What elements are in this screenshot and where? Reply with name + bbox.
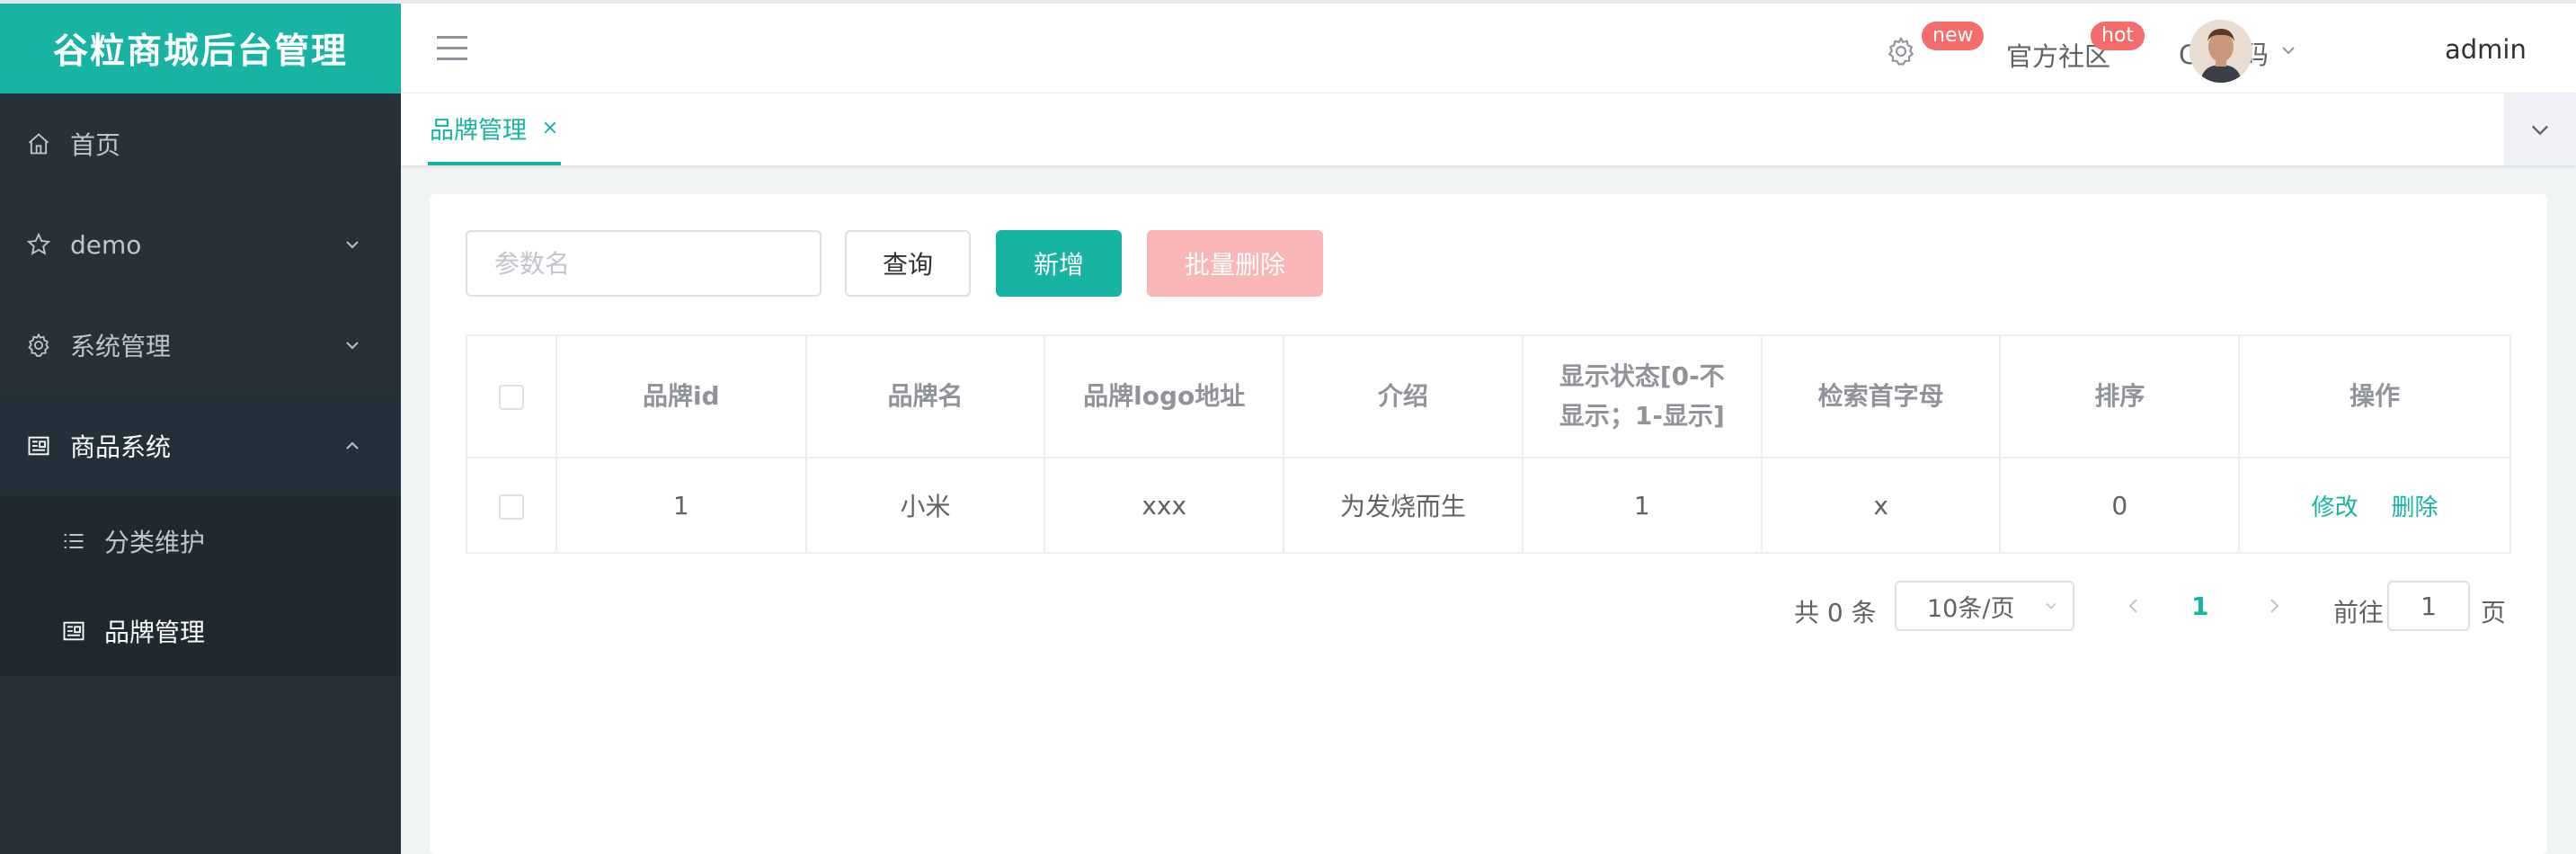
chevron-down-icon (346, 241, 359, 249)
goto-label: 前往 (2333, 598, 2385, 627)
gear-icon (25, 332, 52, 359)
cell-brand-id: 1 (555, 457, 807, 554)
chevron-down-icon (2532, 125, 2548, 136)
row-checkbox[interactable] (498, 494, 524, 520)
row-select-cell (466, 457, 557, 554)
chevron-up-icon (346, 441, 359, 449)
sidebar-item-brand[interactable]: 品牌管理 (0, 586, 401, 676)
chevron-down-icon[interactable] (2278, 40, 2299, 61)
settings-gear-icon[interactable] (1886, 36, 1916, 67)
column-header[interactable]: 显示状态[0-不显示；1-显示] (1521, 334, 1763, 458)
prev-page-icon[interactable] (2123, 595, 2145, 617)
sidebar-item-label: 分类维护 (104, 528, 206, 557)
sidebar-item-label: 首页 (70, 130, 121, 160)
cell-show-status: 1 (1521, 457, 1763, 554)
doc-icon (61, 618, 86, 644)
column-header-label: 显示状态[0-不显示；1-显示] (1559, 361, 1725, 431)
query-button[interactable]: 查询 (845, 230, 971, 297)
cell-first-letter: x (1760, 457, 2002, 554)
sidebar-item-label: 商品系统 (70, 432, 172, 462)
chevron-down-icon (2046, 602, 2056, 609)
delete-link[interactable]: 删除 (2392, 494, 2438, 521)
sidebar-item-demo[interactable]: demo (0, 194, 401, 295)
column-header[interactable]: 介绍 (1283, 334, 1523, 458)
sidebar-item-home[interactable]: 首页 (0, 93, 401, 194)
column-header: 操作 (2238, 334, 2511, 458)
column-header[interactable]: 品牌名 (804, 334, 1046, 458)
column-header[interactable]: 检索首字母 (1760, 334, 2002, 458)
username-label[interactable]: admin (2445, 34, 2527, 65)
tabs-bar: 品牌管理 (401, 93, 2576, 165)
page-number-current[interactable]: 1 (2191, 592, 2208, 621)
next-page-icon[interactable] (2263, 595, 2285, 617)
cell-brand-intro: 为发烧而生 (1283, 457, 1523, 554)
column-header[interactable]: 排序 (1999, 334, 2241, 458)
page-size-value: 10条/页 (1927, 594, 2015, 623)
app-title: 谷粒商城后台管理 (52, 31, 348, 72)
table-row: 1 小米 xxx 为发烧而生 1 x 0 修改 删除 (466, 457, 2511, 554)
submenu-product-system: 分类维护 品牌管理 (0, 496, 401, 676)
star-icon (25, 231, 52, 258)
list-doc-icon (25, 432, 52, 459)
top-header: new 官方社区 hot Git源码 admin (401, 4, 2576, 93)
new-badge: new (1922, 22, 1985, 50)
app-logo[interactable]: 谷粒商城后台管理 (0, 4, 401, 93)
column-header[interactable]: 品牌logo地址 (1044, 334, 1285, 458)
chevron-down-icon (346, 342, 359, 350)
cell-brand-logo: xxx (1044, 457, 1285, 554)
cell-actions: 修改 删除 (2238, 457, 2511, 554)
page-size-select[interactable]: 10条/页 (1895, 581, 2074, 631)
add-button[interactable]: 新增 (996, 230, 1122, 297)
home-icon (25, 130, 52, 157)
avatar[interactable] (2190, 20, 2252, 83)
search-input[interactable] (466, 230, 822, 297)
hot-badge: hot (2091, 22, 2145, 50)
sidebar-item-system[interactable]: 系统管理 (0, 295, 401, 396)
hamburger-menu-icon[interactable] (437, 36, 467, 61)
pagination-total: 共 0 条 (1794, 598, 1877, 627)
cell-brand-name: 小米 (804, 457, 1046, 554)
sidebar-item-label: 系统管理 (70, 332, 172, 361)
sidebar-item-product-system[interactable]: 商品系统 (0, 396, 401, 496)
main-content-card: 查询 新增 批量删除 品牌id 品牌名 品牌logo地址 介绍 显示状态[0-不… (430, 194, 2547, 854)
batch-delete-button[interactable]: 批量删除 (1147, 230, 1323, 297)
tabs-dropdown-button[interactable] (2504, 93, 2576, 165)
column-header[interactable]: 品牌id (555, 334, 807, 458)
select-all-checkbox[interactable] (498, 385, 524, 410)
tab-brand-management[interactable]: 品牌管理 (428, 93, 561, 165)
tab-label: 品牌管理 (430, 116, 527, 145)
list-icon (61, 529, 86, 554)
goto-suffix-label: 页 (2481, 598, 2507, 627)
sidebar-item-category[interactable]: 分类维护 (0, 496, 401, 586)
edit-link[interactable]: 修改 (2312, 494, 2358, 521)
sidebar: 谷粒商城后台管理 首页 demo 系统管理 商品系统 分类维护 品牌管理 (0, 4, 401, 854)
sidebar-item-label: 品牌管理 (104, 618, 206, 647)
sidebar-item-label: demo (70, 229, 142, 260)
select-all-cell (466, 334, 557, 458)
goto-page-input[interactable] (2387, 581, 2470, 631)
cell-sort: 0 (1999, 457, 2241, 554)
table-header-row: 品牌id 品牌名 品牌logo地址 介绍 显示状态[0-不显示；1-显示] 检索… (466, 334, 2511, 458)
brand-table: 品牌id 品牌名 品牌logo地址 介绍 显示状态[0-不显示；1-显示] 检索… (466, 334, 2511, 554)
close-icon[interactable] (541, 119, 559, 137)
